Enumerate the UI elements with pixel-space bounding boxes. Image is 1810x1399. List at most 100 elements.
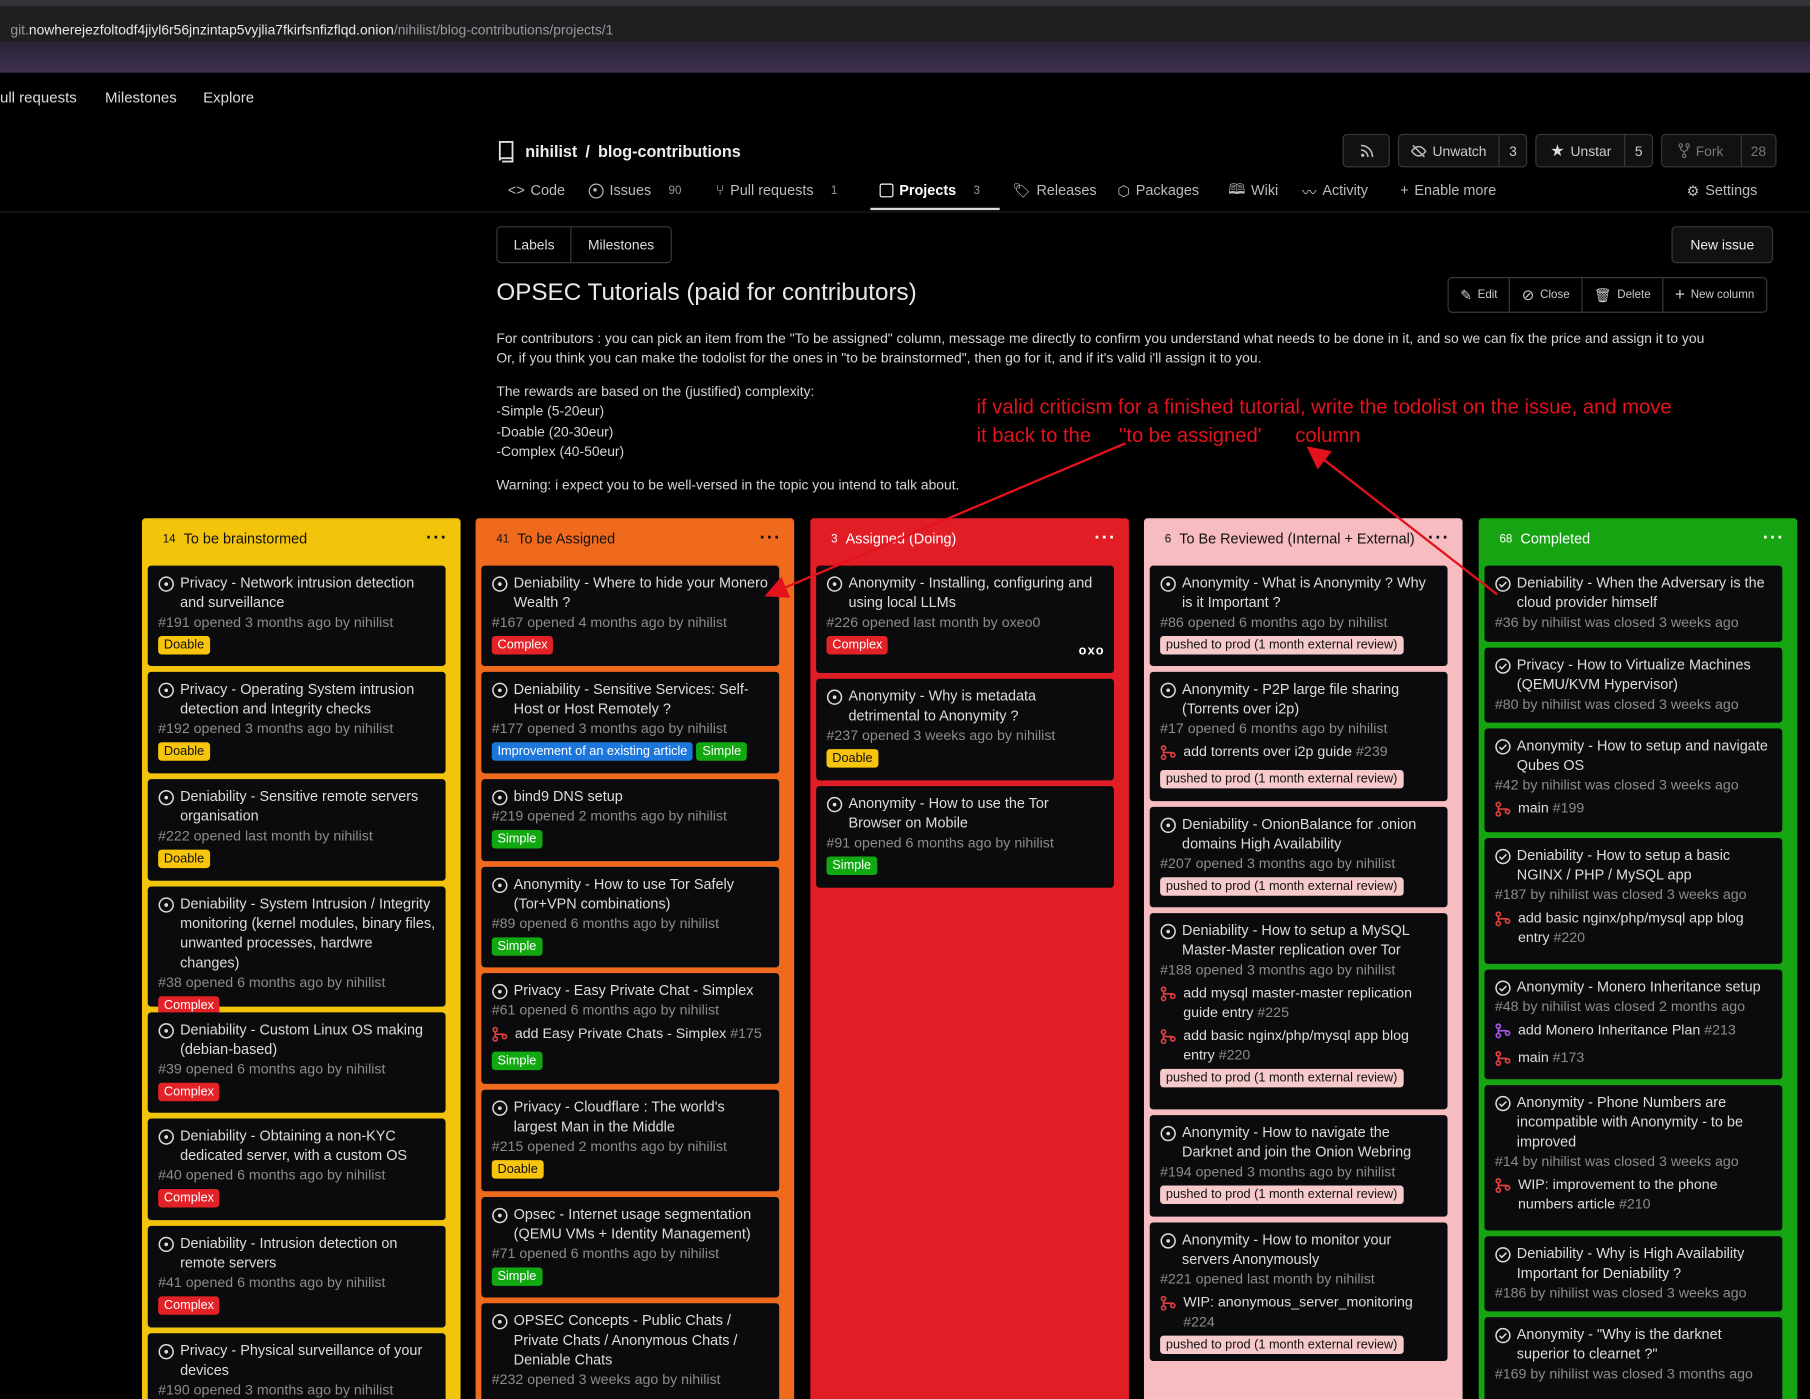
linked-pull-request[interactable]: WIP: improvement to the phone numbers ar… [1495,1175,1772,1214]
issue-title-link[interactable]: Deniability - Why is High Availability I… [1517,1244,1772,1283]
fork-count[interactable]: 28 [1740,135,1775,167]
label-pushed[interactable]: pushed to prod (1 month external review) [1160,636,1404,655]
repo-owner-link[interactable]: nihilist [525,142,577,160]
column-header[interactable]: 6 To Be Reviewed (Internal + External) ··· [1144,518,1463,560]
column-header[interactable]: 3 Assigned (Doing) ··· [810,518,1129,560]
issue-card[interactable]: Anonymity - How to use Tor Safely (Tor+V… [481,866,780,968]
issue-card[interactable]: Privacy - Easy Private Chat - Simplex #61… [481,973,780,1084]
star-count[interactable]: 5 [1624,135,1652,167]
issue-title-link[interactable]: Anonymity - How to use the Tor Browser o… [848,794,1103,833]
tab-issues[interactable]: Issues 90 [588,179,681,202]
label-simple[interactable]: Simple [491,1051,543,1071]
label-doable[interactable]: Doable [491,1160,544,1179]
issue-card[interactable]: Anonymity - How to setup and navigate Qu… [1484,728,1783,833]
label-pushed[interactable]: pushed to prod (1 month external review) [1160,1068,1404,1088]
label-doable[interactable]: Doable [158,849,210,869]
tab-packages[interactable]: ⬡ Packages [1117,179,1199,202]
fork-button[interactable]: Fork 28 [1661,133,1777,168]
label-complex[interactable]: Complex [158,1082,220,1102]
issue-title-link[interactable]: Privacy - Operating System intrusion det… [180,680,435,719]
issue-title-link[interactable]: OPSEC Concepts - Public Chats / Private … [514,1311,769,1370]
label-pushed[interactable]: pushed to prod (1 month external review) [1160,1185,1404,1204]
issue-title-link[interactable]: Anonymity - How to navigate the Darknet … [1182,1123,1437,1162]
label-doable[interactable]: Doable [826,749,879,768]
issue-card[interactable]: Deniability - Sensitive remote servers o… [147,779,446,881]
issue-title-link[interactable]: Deniability - System Intrusion / Integri… [180,895,435,973]
label-pushed[interactable]: pushed to prod (1 month external review) [1160,769,1404,789]
close-button[interactable]: ⊘ Close [1509,278,1581,312]
tab-settings[interactable]: ⚙ Settings [1686,179,1757,202]
label-doable[interactable]: Doable [158,636,210,655]
issue-title-link[interactable]: Deniability - When the Adversary is the … [1517,574,1772,613]
assignee-avatar[interactable]: oxo [1079,642,1105,662]
label-simple[interactable]: Simple [696,742,747,761]
tab-releases[interactable]: 🏷︎ Releases [1012,179,1096,202]
labels-button[interactable]: Labels [498,227,571,262]
issue-title-link[interactable]: Anonymity - What is Anonymity ? Why is i… [1182,574,1437,613]
edit-button[interactable]: ✎ Edit [1449,278,1509,311]
browser-url-bar[interactable]: git.nowherejezfoltodf4jiyl6r56jnzintap5v… [0,0,1810,42]
tab-pull-requests[interactable]: ⑂ Pull requests 1 [716,179,838,202]
issue-title-link[interactable]: Deniability - Custom Linux OS making (de… [180,1020,435,1059]
issue-title-link[interactable]: Deniability - Intrusion detection on rem… [180,1234,435,1273]
issue-title-link[interactable]: Deniability - How to setup a basic NGINX… [1517,846,1772,885]
column-menu-icon[interactable]: ··· [426,529,448,550]
issue-card[interactable]: Privacy - Physical surveillance of your … [147,1333,446,1399]
issue-title-link[interactable]: Anonymity - Installing, configuring and … [848,574,1103,613]
issue-card[interactable]: Deniability - How to setup a MySQL Maste… [1149,913,1448,1110]
linked-pull-request[interactable]: add basic nginx/php/mysql app blog entry… [1495,908,1772,947]
linked-pull-request[interactable]: main #173 [1495,1048,1772,1072]
issue-card[interactable]: Privacy - Cloudflare : The world's large… [481,1089,780,1192]
repo-name-link[interactable]: blog-contributions [598,142,741,160]
issue-card[interactable]: Deniability - System Intrusion / Integri… [147,886,446,1015]
issue-card[interactable]: Anonymity - How to navigate the Darknet … [1149,1115,1448,1217]
nav-explore[interactable]: Explore [203,89,254,106]
issue-title-link[interactable]: Deniability - OnionBalance for .onion do… [1182,815,1437,854]
issue-card[interactable]: OPSEC Concepts - Public Chats / Private … [481,1303,780,1399]
issue-card[interactable]: Deniability - OnionBalance for .onion do… [1149,806,1448,908]
linked-pull-request[interactable]: add basic nginx/php/mysql app blog entry… [1160,1026,1437,1065]
rss-button[interactable] [1342,133,1390,168]
issue-card[interactable]: Anonymity - How to use the Tor Browser o… [816,786,1114,888]
issue-title-link[interactable]: Privacy - Easy Private Chat - Simplex [514,981,754,1001]
issue-card[interactable]: Anonymity - Phone Numbers are incompatib… [1484,1085,1783,1231]
issue-title-link[interactable]: bind9 DNS setup [514,787,623,807]
label-doable[interactable]: Doable [158,742,210,761]
issue-card[interactable]: Anonymity - "Why is the darknet superior… [1484,1317,1783,1399]
linked-pull-request[interactable]: WIP: anonymous_server_monitoring #224 [1160,1293,1437,1332]
label-simple[interactable]: Simple [491,1267,543,1286]
linked-pull-request[interactable]: add Monero Inheritance Plan #213 [1495,1020,1772,1044]
issue-card[interactable]: Deniability - When the Adversary is the … [1484,565,1783,642]
column-menu-icon[interactable]: ··· [1428,529,1450,550]
issue-title-link[interactable]: Privacy - Network intrusion detection an… [180,574,435,613]
issue-title-link[interactable]: Deniability - Sensitive Services: Self-H… [514,680,769,719]
tab-enable-more[interactable]: + Enable more [1400,179,1496,202]
issue-title-link[interactable]: Deniability - How to setup a MySQL Maste… [1182,921,1437,960]
issue-title-link[interactable]: Anonymity - Monero Inheritance setup [1517,978,1761,998]
issue-card[interactable]: Deniability - Sensitive Services: Self-H… [481,671,780,774]
issue-title-link[interactable]: Anonymity - "Why is the darknet superior… [1517,1325,1772,1364]
new-issue-button[interactable]: New issue [1671,226,1774,264]
linked-pull-request[interactable]: main #199 [1495,799,1772,823]
linked-pull-request[interactable]: add mysql master-master replication guid… [1160,983,1437,1022]
tab-code[interactable]: <> Code [508,179,565,202]
issue-card[interactable]: Deniability - Where to hide your Monero … [481,565,780,667]
issue-title-link[interactable]: Anonymity - How to setup and navigate Qu… [1517,736,1772,775]
issue-title-link[interactable]: Anonymity - How to monitor your servers … [1182,1231,1437,1270]
label-simple[interactable]: Simple [491,829,543,849]
new-column-button[interactable]: + New column [1662,278,1766,312]
issue-title-link[interactable]: Anonymity - Phone Numbers are incompatib… [1517,1093,1772,1152]
issue-card[interactable]: Anonymity - Monero Inheritance setup #48 … [1484,969,1783,1080]
issue-title-link[interactable]: Privacy - Cloudflare : The world's large… [514,1098,769,1137]
issue-title-link[interactable]: Anonymity - P2P large file sharing (Torr… [1182,680,1437,719]
issue-title-link[interactable]: Privacy - Physical surveillance of your … [180,1341,435,1380]
issue-card[interactable]: Privacy - Operating System intrusion det… [147,671,446,774]
column-menu-icon[interactable]: ··· [1763,529,1785,550]
label-complex[interactable]: Complex [826,636,889,655]
watch-count[interactable]: 3 [1498,135,1526,167]
issue-title-link[interactable]: Deniability - Obtaining a non-KYC dedica… [180,1127,435,1166]
issue-card[interactable]: bind9 DNS setup #219 opened 2 months ago … [481,779,780,862]
milestones-button[interactable]: Milestones [570,227,671,263]
label-complex[interactable]: Complex [158,1188,220,1208]
issue-title-link[interactable]: Anonymity - Why is metadata detrimental … [848,687,1103,726]
